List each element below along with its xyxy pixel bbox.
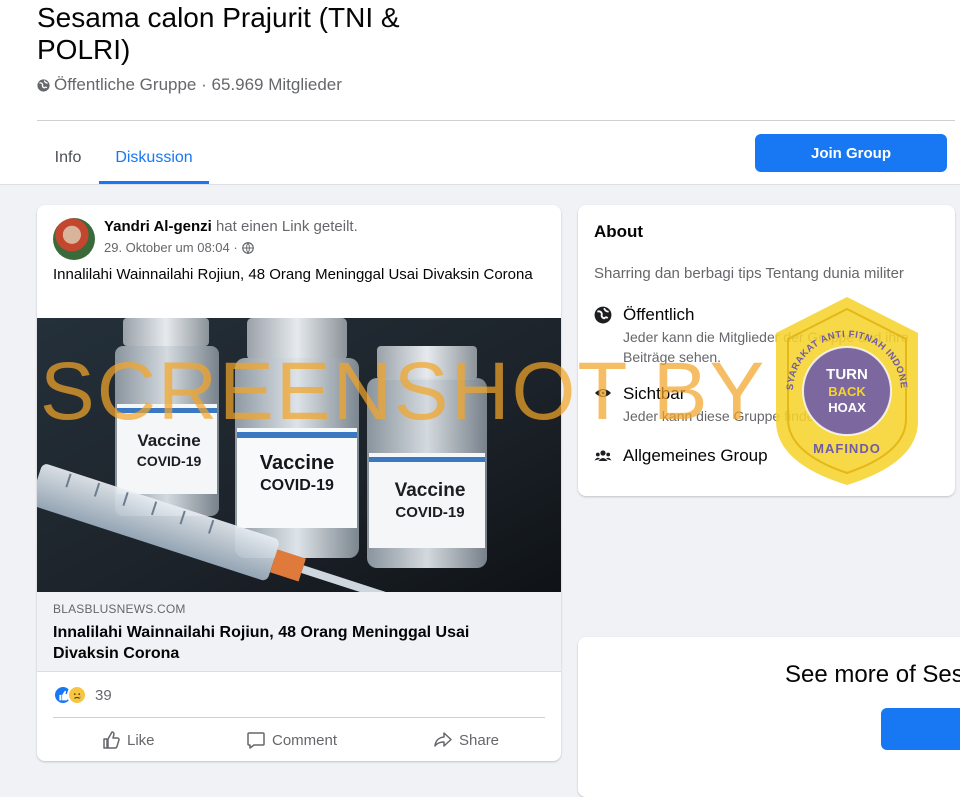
- see-more-button[interactable]: [881, 708, 960, 750]
- post-card: Yandri Al-genzi hat einen Link geteilt. …: [37, 205, 561, 761]
- author-line: Yandri Al-genzi hat einen Link geteilt.: [104, 218, 358, 235]
- avatar[interactable]: [53, 218, 95, 260]
- group-meta: Öffentliche Gruppe · 65.969 Mitglieder: [37, 75, 342, 95]
- comment-label: Comment: [272, 731, 338, 749]
- thumbs-up-icon: [103, 731, 120, 749]
- about-general-heading: Allgemeines Group: [623, 446, 768, 465]
- reactions-summary[interactable]: 39: [53, 684, 112, 706]
- about-title: About: [594, 222, 644, 241]
- globe-icon: [241, 241, 254, 254]
- about-public-heading: Öffentlich: [623, 305, 695, 324]
- vial-left-cap: [123, 318, 209, 346]
- vial-center-cap: [247, 318, 347, 360]
- tab-diskussion[interactable]: Diskussion: [99, 132, 209, 184]
- vial-left-text-1: Vaccine: [137, 431, 200, 450]
- share-label: Share: [459, 731, 500, 749]
- reaction-count: 39: [95, 686, 112, 704]
- about-description: Sharring dan berbagi tips Tentang dunia …: [594, 265, 904, 282]
- see-more-card: See more of Ses: [578, 637, 960, 797]
- vial-right-cap: [377, 346, 477, 380]
- actions-divider: [53, 717, 545, 718]
- about-visible-sub: Jeder kann diese Gruppe finden.: [623, 408, 827, 424]
- vial-left-text-2: COVID-19: [137, 453, 202, 469]
- post-image[interactable]: Vaccine COVID-19 Vaccine COVID-19 Vaccin…: [37, 318, 561, 592]
- vial-right-text-2: COVID-19: [395, 504, 464, 521]
- people-icon: [594, 450, 612, 461]
- comment-button[interactable]: Comment: [246, 725, 337, 755]
- about-card: About Sharring dan berbagi tips Tentang …: [578, 205, 955, 496]
- post-date: 29. Oktober um 08:04 ·: [104, 240, 254, 255]
- post-text: Innalilahi Wainnailahi Rojiun, 48 Orang …: [53, 266, 533, 283]
- group-header: Sesama calon Prajurit (TNI & POLRI) Öffe…: [0, 0, 960, 185]
- post-timestamp[interactable]: 29. Oktober um 08:04 ·: [104, 240, 238, 255]
- author-name[interactable]: Yandri Al-genzi: [104, 218, 212, 235]
- author-action: hat einen Link geteilt.: [215, 218, 358, 235]
- link-domain: BLASBLUSNEWS.COM: [53, 602, 186, 616]
- tab-info[interactable]: Info: [37, 132, 99, 184]
- vial-center-text-2: COVID-19: [260, 477, 334, 494]
- globe-icon: [37, 78, 50, 92]
- vial-right-text-1: Vaccine: [395, 480, 466, 501]
- share-arrow-icon: [434, 732, 452, 747]
- group-title: Sesama calon Prajurit (TNI & POLRI): [37, 2, 400, 65]
- comment-icon: [247, 732, 265, 749]
- join-group-button[interactable]: Join Group: [755, 134, 947, 172]
- see-more-title: See more of Ses: [785, 661, 960, 688]
- about-public-sub: Jeder kann die Mitglieder der Gruppe und…: [623, 329, 909, 365]
- link-preview[interactable]: BLASBLUSNEWS.COM Innalilahi Wainnailahi …: [37, 592, 561, 672]
- eye-icon: [595, 389, 611, 397]
- vial-center-text-1: Vaccine: [260, 452, 335, 474]
- share-button[interactable]: Share: [433, 725, 499, 755]
- sad-reaction-icon: [67, 685, 87, 705]
- about-visible-heading: Sichtbar: [623, 384, 686, 403]
- link-title[interactable]: Innalilahi Wainnailahi Rojiun, 48 Orang …: [53, 622, 523, 664]
- header-divider: [37, 120, 955, 121]
- globe-icon: [594, 306, 612, 324]
- like-label: Like: [127, 731, 155, 749]
- like-button[interactable]: Like: [101, 725, 155, 755]
- group-meta-text: Öffentliche Gruppe · 65.969 Mitglieder: [54, 75, 342, 94]
- active-tab-indicator: [99, 181, 209, 184]
